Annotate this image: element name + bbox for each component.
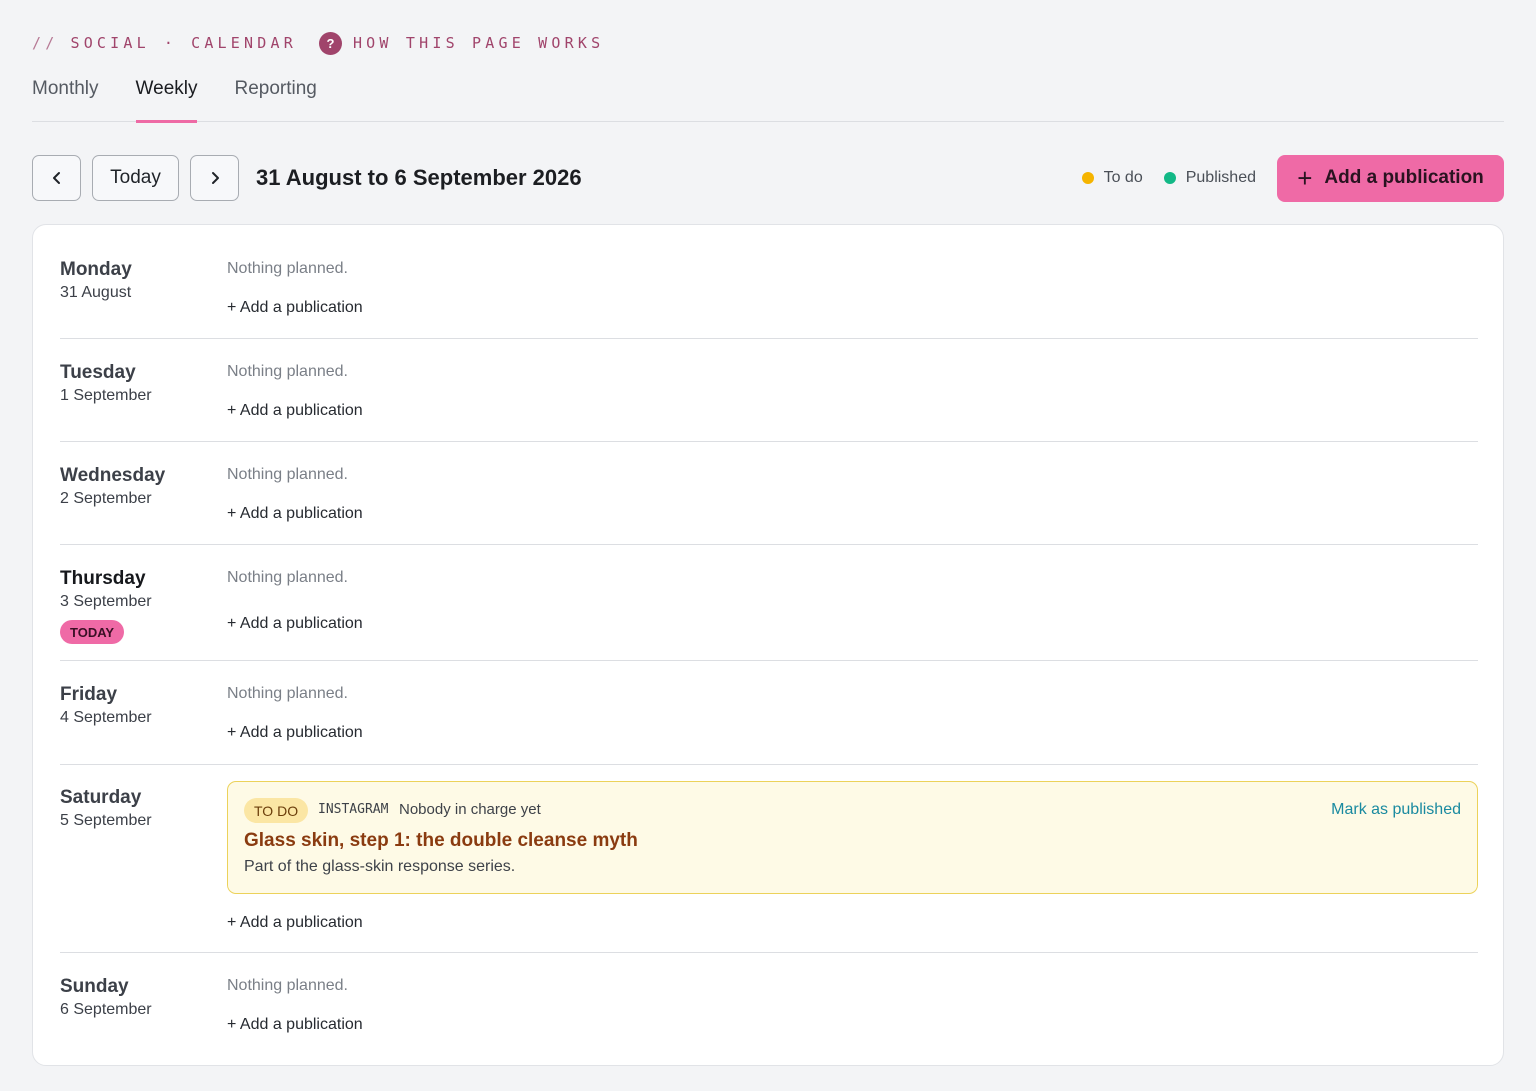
section-name: CALENDAR [191,34,297,52]
day-row-sunday: Sunday 6 September Nothing planned. + Ad… [60,953,1478,1065]
help-icon: ? [318,31,342,55]
day-row-tuesday: Tuesday 1 September Nothing planned. + A… [60,339,1478,442]
chevron-left-icon [52,172,60,184]
day-row-friday: Friday 4 September Nothing planned. + Ad… [60,661,1478,765]
add-publication-label: Add a publication [1324,167,1484,188]
day-date: 31 August [60,284,132,301]
view-tabs: Monthly Weekly Reporting [32,70,1504,123]
add-publication-link[interactable]: + Add a publication [227,724,363,742]
nothing-planned: Nothing planned. [227,363,348,380]
nothing-planned: Nothing planned. [227,977,348,994]
tab-reporting[interactable]: Reporting [234,70,316,122]
nothing-planned: Nothing planned. [227,685,348,702]
app-name: SOCIAL [70,34,150,52]
day-date: 5 September [60,812,152,829]
publication-description: Part of the glass-skin response series. [244,858,516,875]
week-card: Monday 31 August Nothing planned. + Add … [32,224,1504,1066]
add-publication-button[interactable]: + Add a publication [1277,154,1504,202]
day-row-monday: Monday 31 August Nothing planned. + Add … [60,225,1478,339]
day-name: Tuesday [60,362,136,383]
help-label: HOW THIS PAGE WORKS [352,34,605,52]
day-date: 3 September [60,593,152,610]
add-publication-link[interactable]: + Add a publication [227,615,363,633]
legend-todo-label: To do [1103,169,1143,186]
add-publication-link[interactable]: + Add a publication [227,505,363,523]
publication-title: Glass skin, step 1: the double cleanse m… [244,830,638,851]
day-name: Sunday [60,976,129,997]
date-range-title: 31 August to 6 September 2026 [256,165,582,190]
nothing-planned: Nothing planned. [227,260,348,277]
legend-published-label: Published [1185,169,1256,186]
page-header: // SOCIAL · CALENDAR ? HOW THIS PAGE WOR… [32,30,604,56]
previous-week-button[interactable] [32,155,81,201]
mark-as-published-link[interactable]: Mark as published [1331,801,1461,819]
network-label: INSTAGRAM [318,802,389,817]
add-publication-link[interactable]: + Add a publication [227,914,363,932]
day-name: Friday [60,684,118,705]
header-separator: · [163,34,178,52]
owner-label: Nobody in charge yet [399,801,541,818]
day-row-thursday: Thursday 3 September TODAY Nothing plann… [60,545,1478,661]
day-date: 2 September [60,490,152,507]
next-week-button[interactable] [190,155,239,201]
add-publication-link[interactable]: + Add a publication [227,402,363,420]
legend-todo: To do [1081,169,1143,187]
tab-weekly[interactable]: Weekly [135,70,197,123]
add-publication-link[interactable]: + Add a publication [227,1016,363,1034]
nothing-planned: Nothing planned. [227,569,348,586]
week-toolbar: Today 31 August to 6 September 2026 To d… [32,154,1504,202]
publication-card[interactable]: TO DO INSTAGRAM Nobody in charge yet Mar… [227,781,1478,894]
chevron-right-icon [211,172,219,184]
nothing-planned: Nothing planned. [227,466,348,483]
add-publication-link[interactable]: + Add a publication [227,299,363,317]
status-legend: To do Published [1081,169,1277,187]
status-badge: TO DO [244,798,309,823]
day-name: Wednesday [60,465,166,486]
legend-published: Published [1163,169,1256,187]
day-name: Monday [60,259,132,280]
day-date: 6 September [60,1001,152,1018]
todo-dot [1081,172,1094,184]
tab-monthly[interactable]: Monthly [32,70,99,122]
day-row-wednesday: Wednesday 2 September Nothing planned. +… [60,442,1478,545]
today-badge: TODAY [60,620,125,644]
day-name: Thursday [60,568,146,589]
today-button[interactable]: Today [92,155,179,201]
day-row-saturday: Saturday 5 September TO DO INSTAGRAM Nob… [60,765,1478,953]
day-date: 4 September [60,709,152,726]
header-slashes: // [32,34,59,52]
day-date: 1 September [60,387,152,404]
plus-icon: + [1297,163,1313,193]
how-this-page-works-link[interactable]: ? HOW THIS PAGE WORKS [318,31,605,55]
day-name: Saturday [60,787,142,808]
published-dot [1163,172,1176,184]
